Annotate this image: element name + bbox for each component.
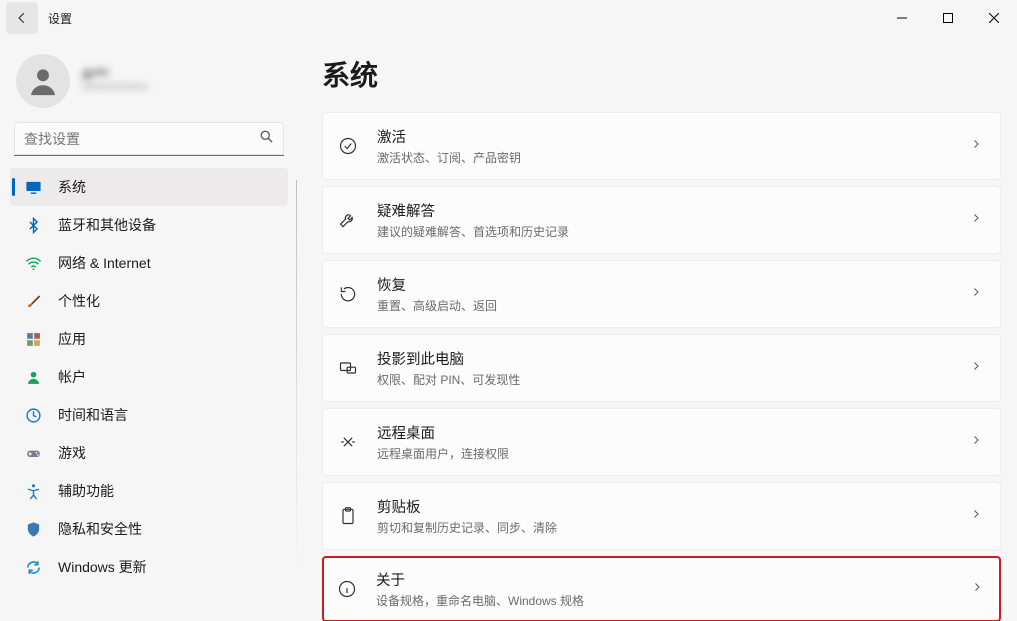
clipboard-icon xyxy=(337,505,359,527)
sidebar-item-label: 隐私和安全性 xyxy=(58,519,142,539)
sidebar-item-label: 游戏 xyxy=(58,443,86,463)
sidebar-item-label: 蓝牙和其他设备 xyxy=(58,215,156,235)
recovery-icon xyxy=(337,283,359,305)
card-title: 剪贴板 xyxy=(377,496,970,517)
sidebar-item-label: 帐户 xyxy=(58,367,86,387)
nav: 系统 蓝牙和其他设备 网络 & Internet 个性化 应用 帐户 xyxy=(10,168,288,586)
chevron-right-icon xyxy=(971,580,983,598)
profile-sub: ************** xyxy=(82,82,147,96)
sidebar-item-bluetooth[interactable]: 蓝牙和其他设备 xyxy=(10,206,288,244)
search-box[interactable] xyxy=(14,122,284,156)
globe-clock-icon xyxy=(24,406,42,424)
search-icon xyxy=(259,129,274,149)
sidebar-item-privacy[interactable]: 隐私和安全性 xyxy=(10,510,288,548)
sidebar-item-apps[interactable]: 应用 xyxy=(10,320,288,358)
card-title: 疑难解答 xyxy=(377,200,970,221)
sidebar-item-windows-update[interactable]: Windows 更新 xyxy=(10,548,288,586)
sidebar-item-gaming[interactable]: 游戏 xyxy=(10,434,288,472)
chevron-right-icon xyxy=(970,285,982,303)
sidebar-item-network[interactable]: 网络 & Internet xyxy=(10,244,288,282)
card-sub: 重置、高级启动、返回 xyxy=(377,297,970,314)
project-icon xyxy=(337,357,359,379)
sidebar-item-label: 辅助功能 xyxy=(58,481,114,501)
card-sub: 建议的疑难解答、首选项和历史记录 xyxy=(377,223,970,240)
sidebar-item-label: 时间和语言 xyxy=(58,405,128,425)
close-button[interactable] xyxy=(971,2,1017,34)
card-title: 激活 xyxy=(377,126,970,147)
card-recovery[interactable]: 恢复重置、高级启动、返回 xyxy=(322,260,1001,328)
card-title: 远程桌面 xyxy=(377,422,970,443)
remote-icon xyxy=(337,431,359,453)
chevron-right-icon xyxy=(970,507,982,525)
sidebar-item-system[interactable]: 系统 xyxy=(10,168,288,206)
card-sub: 激活状态、订阅、产品密钥 xyxy=(377,149,970,166)
window-title: 设置 xyxy=(48,10,72,27)
account-icon xyxy=(24,368,42,386)
sidebar-item-label: 系统 xyxy=(58,177,86,197)
display-icon xyxy=(24,178,42,196)
avatar xyxy=(16,54,70,108)
sidebar-item-label: 网络 & Internet xyxy=(58,253,151,273)
card-remote-desktop[interactable]: 远程桌面远程桌面用户，连接权限 xyxy=(322,408,1001,476)
update-icon xyxy=(24,558,42,576)
card-sub: 剪切和复制历史记录、同步、清除 xyxy=(377,519,970,536)
card-about[interactable]: 关于设备规格，重命名电脑、Windows 规格 xyxy=(322,556,1001,621)
card-troubleshoot[interactable]: 疑难解答建议的疑难解答、首选项和历史记录 xyxy=(322,186,1001,254)
card-title: 关于 xyxy=(376,569,971,590)
back-button[interactable] xyxy=(6,2,38,34)
chevron-right-icon xyxy=(970,211,982,229)
card-sub: 设备规格，重命名电脑、Windows 规格 xyxy=(376,592,971,609)
sidebar: A*** ************** 系统 蓝牙和其他设备 网络 & Inte… xyxy=(0,36,298,621)
sidebar-item-label: 应用 xyxy=(58,329,86,349)
accessibility-icon xyxy=(24,482,42,500)
chevron-right-icon xyxy=(970,359,982,377)
search-input[interactable] xyxy=(14,122,284,156)
chevron-right-icon xyxy=(970,433,982,451)
wrench-icon xyxy=(337,209,359,231)
info-icon xyxy=(336,578,358,600)
card-project[interactable]: 投影到此电脑权限、配对 PIN、可发现性 xyxy=(322,334,1001,402)
sidebar-item-accessibility[interactable]: 辅助功能 xyxy=(10,472,288,510)
check-circle-icon xyxy=(337,135,359,157)
sidebar-item-personalization[interactable]: 个性化 xyxy=(10,282,288,320)
titlebar: 设置 xyxy=(0,0,1017,36)
sidebar-item-accounts[interactable]: 帐户 xyxy=(10,358,288,396)
bluetooth-icon xyxy=(24,216,42,234)
card-activation[interactable]: 激活激活状态、订阅、产品密钥 xyxy=(322,112,1001,180)
sidebar-item-time-language[interactable]: 时间和语言 xyxy=(10,396,288,434)
card-title: 恢复 xyxy=(377,274,970,295)
brush-icon xyxy=(24,292,42,310)
page-title: 系统 xyxy=(322,54,1001,94)
arrow-left-icon xyxy=(15,11,29,25)
sidebar-item-label: 个性化 xyxy=(58,291,100,311)
divider xyxy=(296,180,297,621)
person-icon xyxy=(26,64,60,98)
card-sub: 远程桌面用户，连接权限 xyxy=(377,445,970,462)
window-controls xyxy=(879,2,1017,34)
maximize-button[interactable] xyxy=(925,2,971,34)
card-sub: 权限、配对 PIN、可发现性 xyxy=(377,371,970,388)
main: 系统 激活激活状态、订阅、产品密钥 疑难解答建议的疑难解答、首选项和历史记录 恢… xyxy=(298,36,1017,621)
chevron-right-icon xyxy=(970,137,982,155)
minimize-button[interactable] xyxy=(879,2,925,34)
wifi-icon xyxy=(24,254,42,272)
shield-icon xyxy=(24,520,42,538)
sidebar-item-label: Windows 更新 xyxy=(58,557,147,577)
gamepad-icon xyxy=(24,444,42,462)
card-clipboard[interactable]: 剪贴板剪切和复制历史记录、同步、清除 xyxy=(322,482,1001,550)
card-title: 投影到此电脑 xyxy=(377,348,970,369)
apps-icon xyxy=(24,330,42,348)
profile[interactable]: A*** ************** xyxy=(10,46,288,122)
profile-name: A*** xyxy=(82,66,147,82)
